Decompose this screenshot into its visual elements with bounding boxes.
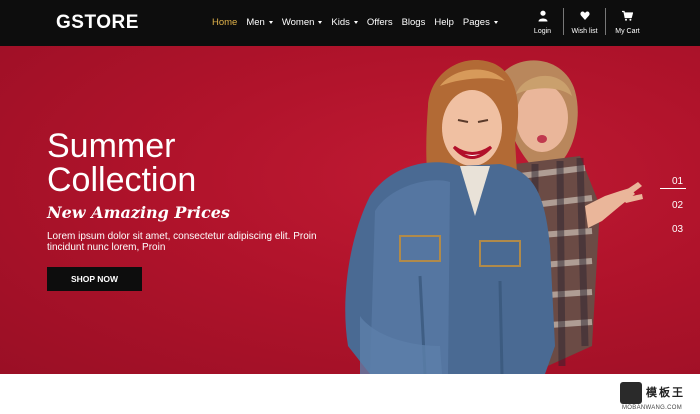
- nav-item-women[interactable]: Women: [282, 17, 323, 28]
- watermark: 模板王 MOBANWANG.COM: [620, 380, 698, 412]
- shop-now-button[interactable]: SHOP NOW: [47, 267, 142, 291]
- brand-logo[interactable]: GSTORE: [56, 12, 139, 34]
- nav-item-label: Kids: [331, 17, 350, 28]
- hero-title-line2: Collection: [47, 161, 197, 199]
- caret-down-icon: [353, 21, 358, 24]
- slide-indicator-03[interactable]: 03: [672, 224, 683, 235]
- nav-item-pages[interactable]: Pages: [463, 17, 498, 28]
- nav-item-blogs[interactable]: Blogs: [402, 17, 426, 28]
- nav-item-home[interactable]: Home: [212, 17, 237, 28]
- nav-item-label: Offers: [366, 17, 393, 28]
- hero-image: [345, 60, 643, 374]
- nav-item-help[interactable]: Help: [434, 17, 454, 28]
- nav-item-kids[interactable]: Kids: [331, 17, 358, 28]
- cart-icon: [622, 10, 633, 21]
- heart-icon: [579, 11, 590, 20]
- watermark-logo-icon: [620, 382, 642, 404]
- slide-indicator-01[interactable]: 01: [672, 176, 683, 187]
- hero-subtitle: New Amazing Prices: [47, 203, 230, 222]
- wishlist-button[interactable]: Wish list: [563, 8, 605, 35]
- caret-down-icon: [268, 21, 273, 24]
- nav-item-offers[interactable]: Offers: [367, 17, 393, 28]
- content-area: [0, 374, 700, 414]
- nav-item-men[interactable]: Men: [246, 17, 273, 28]
- main-menu: Home Men Women Kids Offers Blogs Help Pa…: [212, 17, 498, 28]
- watermark-url: MOBANWANG.COM: [622, 405, 683, 411]
- cart-label: My Cart: [615, 28, 640, 35]
- nav-item-label: Home: [212, 17, 238, 28]
- slide-indicator-02[interactable]: 02: [672, 200, 683, 211]
- active-slide-line: [660, 188, 686, 189]
- user-icon: [538, 10, 547, 22]
- nav-item-label: Women: [281, 17, 315, 28]
- nav-item-label: Blogs: [401, 17, 426, 28]
- cart-button[interactable]: My Cart: [605, 8, 649, 35]
- top-navbar: GSTORE Home Men Women Kids Offers Blogs …: [0, 0, 700, 46]
- hero-description: Lorem ipsum dolor sit amet, consectetur …: [47, 231, 317, 253]
- login-label: Login: [533, 28, 552, 35]
- hero-banner: Summer Collection New Amazing Prices Lor…: [0, 46, 700, 374]
- hero-title-line1: Summer: [47, 127, 176, 165]
- nav-item-label: Help: [434, 17, 454, 28]
- hero-title: Summer Collection: [47, 129, 196, 197]
- caret-down-icon: [493, 21, 498, 24]
- header-actions: Login Wish list My Cart: [522, 8, 649, 35]
- nav-item-label: Men: [246, 17, 265, 28]
- login-button[interactable]: Login: [522, 8, 563, 35]
- watermark-text: 模板王: [646, 386, 685, 399]
- nav-item-label: Pages: [462, 17, 490, 28]
- caret-down-icon: [318, 21, 323, 24]
- wishlist-label: Wish list: [571, 28, 598, 35]
